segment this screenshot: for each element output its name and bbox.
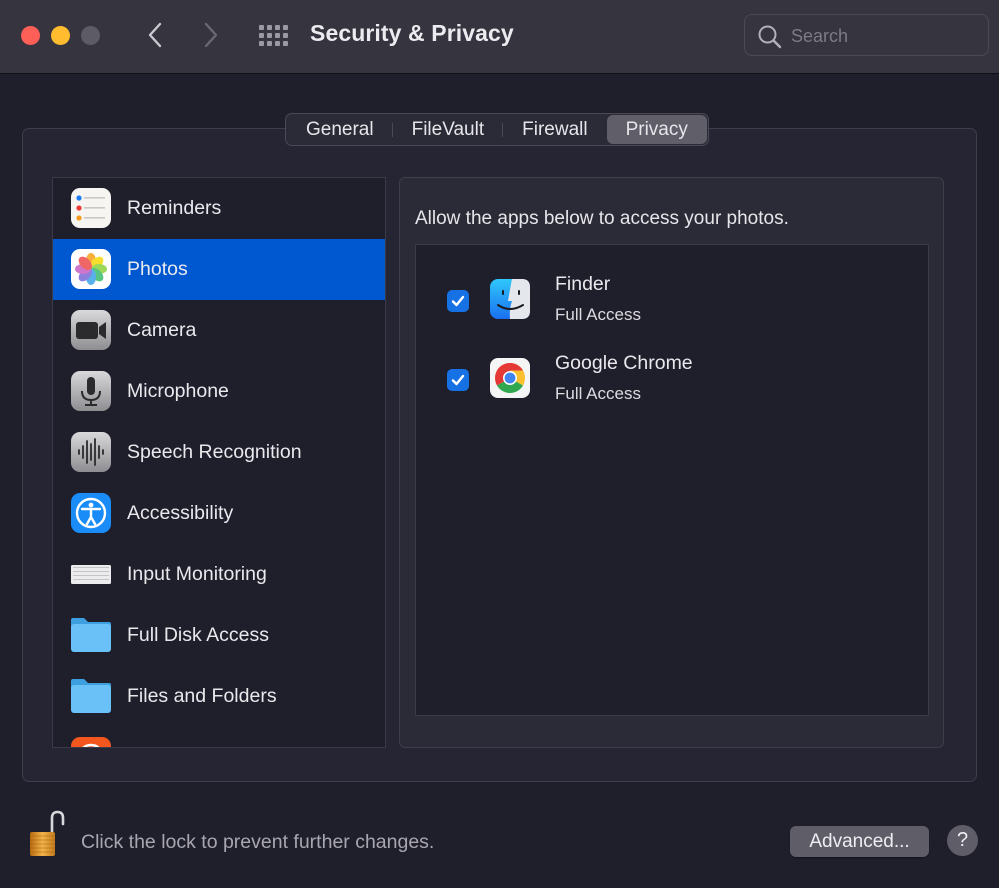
camera-icon xyxy=(71,310,111,350)
folder-icon xyxy=(71,679,111,713)
back-button[interactable] xyxy=(140,20,170,50)
privacy-category-list[interactable]: Reminders Photos Camera Microphone Speec… xyxy=(52,177,386,748)
sidebar-item-full-disk-access[interactable]: Full Disk Access xyxy=(53,605,385,666)
forward-button[interactable] xyxy=(196,20,226,50)
photos-icon xyxy=(71,249,111,289)
app-name: Google Chrome xyxy=(555,352,693,374)
sidebar-item-label: Camera xyxy=(127,319,197,341)
sidebar-item-label: Files and Folders xyxy=(127,685,277,707)
show-all-grid-icon[interactable] xyxy=(259,25,289,47)
folder-icon xyxy=(71,618,111,652)
speech-recognition-icon xyxy=(71,432,111,472)
sidebar-item-camera[interactable]: Camera xyxy=(53,300,385,361)
apps-list[interactable]: Finder Full Access Google Chrome Full Ac… xyxy=(415,244,929,716)
sidebar-item-label: Photos xyxy=(127,258,188,280)
sidebar-item-label: Full Disk Access xyxy=(127,624,269,646)
unlocked-padlock-icon[interactable] xyxy=(28,810,66,858)
title-bar: Security & Privacy Search xyxy=(0,0,999,74)
content-description: Allow the apps below to access your phot… xyxy=(415,208,789,229)
chevron-left-icon xyxy=(148,22,162,48)
chrome-icon xyxy=(490,358,530,398)
sidebar-item-label: Input Monitoring xyxy=(127,563,267,585)
sidebar-item-reminders[interactable]: Reminders xyxy=(53,178,385,239)
advanced-button[interactable]: Advanced... xyxy=(790,826,929,857)
sidebar-item-label: Accessibility xyxy=(127,502,234,524)
sidebar-item-photos[interactable]: Photos xyxy=(53,239,385,300)
finder-icon xyxy=(490,279,530,319)
search-placeholder: Search xyxy=(791,26,849,46)
sidebar-item-microphone[interactable]: Microphone xyxy=(53,361,385,422)
tab-bar: General FileVault Firewall Privacy xyxy=(285,113,709,146)
help-button[interactable]: ? xyxy=(947,825,978,856)
sidebar-item-label: Reminders xyxy=(127,197,222,219)
minimize-window-button[interactable] xyxy=(51,26,70,45)
tab-general[interactable]: General xyxy=(287,115,393,144)
search-icon xyxy=(758,25,782,49)
sidebar-item-partial[interactable] xyxy=(53,727,385,747)
sidebar-item-speech-recognition[interactable]: Speech Recognition xyxy=(53,422,385,483)
sidebar-item-accessibility[interactable]: Accessibility xyxy=(53,483,385,544)
app-row-finder[interactable]: Finder Full Access xyxy=(416,265,928,335)
checkmark-icon xyxy=(451,374,465,386)
chevron-right-icon xyxy=(204,22,218,48)
accessibility-icon xyxy=(71,493,111,533)
app-row-google-chrome[interactable]: Google Chrome Full Access xyxy=(416,344,928,414)
sidebar-item-label: Microphone xyxy=(127,380,229,402)
checkmark-icon xyxy=(451,295,465,307)
google-chrome-checkbox[interactable] xyxy=(447,369,469,391)
reminders-icon xyxy=(71,188,111,228)
lock-status-text: Click the lock to prevent further change… xyxy=(81,831,435,853)
finder-checkbox[interactable] xyxy=(447,290,469,312)
sidebar-item-files-and-folders[interactable]: Files and Folders xyxy=(53,666,385,727)
app-name: Finder xyxy=(555,273,611,295)
app-access-level: Full Access xyxy=(555,384,641,403)
sidebar-item-input-monitoring[interactable]: Input Monitoring xyxy=(53,544,385,605)
keyboard-icon xyxy=(71,565,111,584)
microphone-icon xyxy=(71,371,111,411)
window-title: Security & Privacy xyxy=(310,20,514,46)
sidebar-item-label: Speech Recognition xyxy=(127,441,302,463)
tab-privacy[interactable]: Privacy xyxy=(606,115,707,144)
app-access-level: Full Access xyxy=(555,305,641,324)
partially-visible-icon xyxy=(71,737,111,747)
tab-firewall[interactable]: Firewall xyxy=(503,115,606,144)
search-field[interactable]: Search xyxy=(744,14,989,56)
tab-filevault[interactable]: FileVault xyxy=(393,115,504,144)
zoom-window-button[interactable] xyxy=(81,26,100,45)
close-window-button[interactable] xyxy=(21,26,40,45)
